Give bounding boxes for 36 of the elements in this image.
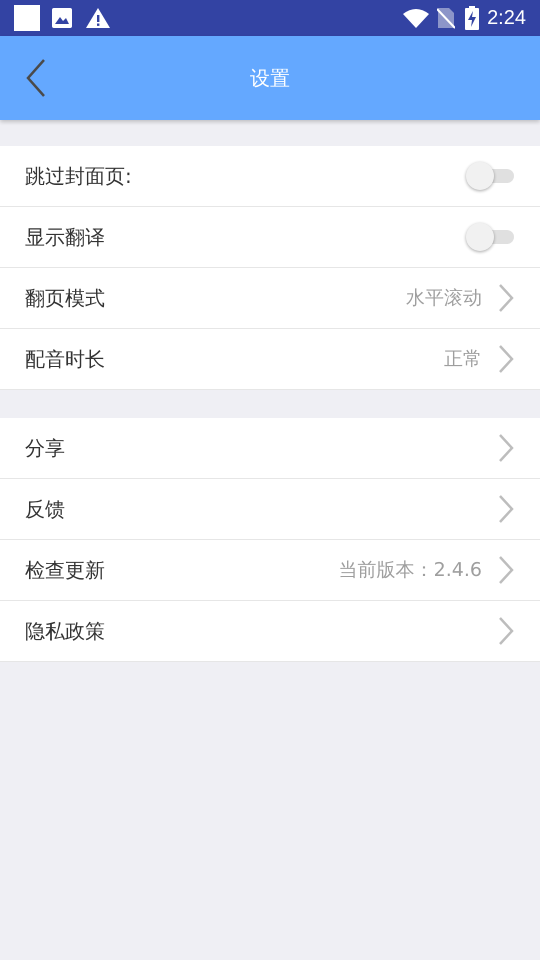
- row-label: 配音时长: [25, 346, 106, 373]
- settings-row[interactable]: 配音时长 正常: [0, 329, 540, 390]
- chevron-right-icon: [498, 433, 514, 463]
- chevron-right-icon: [498, 616, 514, 646]
- row-value: 正常: [444, 346, 482, 372]
- settings-row[interactable]: 跳过封面页:: [0, 146, 540, 207]
- image-icon: [51, 7, 73, 29]
- settings-row[interactable]: 显示翻译: [0, 207, 540, 268]
- row-value: 水平滚动: [406, 286, 482, 311]
- settings-row[interactable]: 检查更新 当前版本：2.4.6: [0, 540, 540, 601]
- no-sim-icon: [437, 7, 456, 29]
- chevron-right-icon: [498, 555, 514, 585]
- row-label: 检查更新: [25, 557, 106, 584]
- row-value: 当前版本：2.4.6: [338, 558, 482, 583]
- battery-charging-icon: [465, 6, 480, 30]
- toggle-switch[interactable]: [466, 161, 516, 191]
- row-label: 翻页模式: [25, 285, 106, 312]
- settings-row[interactable]: 分享: [0, 418, 540, 479]
- settings-row[interactable]: 隐私政策: [0, 601, 540, 662]
- row-label: 跳过封面页:: [25, 163, 133, 190]
- chevron-right-icon: [498, 283, 514, 313]
- status-time: 2:24: [487, 6, 526, 31]
- chevron-right-icon: [498, 494, 514, 524]
- settings-row[interactable]: 翻页模式 水平滚动: [0, 268, 540, 329]
- row-label: 反馈: [25, 496, 66, 523]
- row-label: 分享: [25, 435, 66, 462]
- toggle-switch[interactable]: [466, 222, 516, 252]
- square-icon: [14, 5, 40, 31]
- wifi-icon: [403, 8, 430, 28]
- chevron-right-icon: [498, 344, 514, 374]
- warning-icon: [85, 7, 111, 29]
- settings-row[interactable]: 反馈: [0, 479, 540, 540]
- row-label: 显示翻译: [25, 224, 106, 251]
- row-label: 隐私政策: [25, 618, 106, 645]
- back-icon: [24, 58, 48, 98]
- page-title: 设置: [250, 65, 290, 92]
